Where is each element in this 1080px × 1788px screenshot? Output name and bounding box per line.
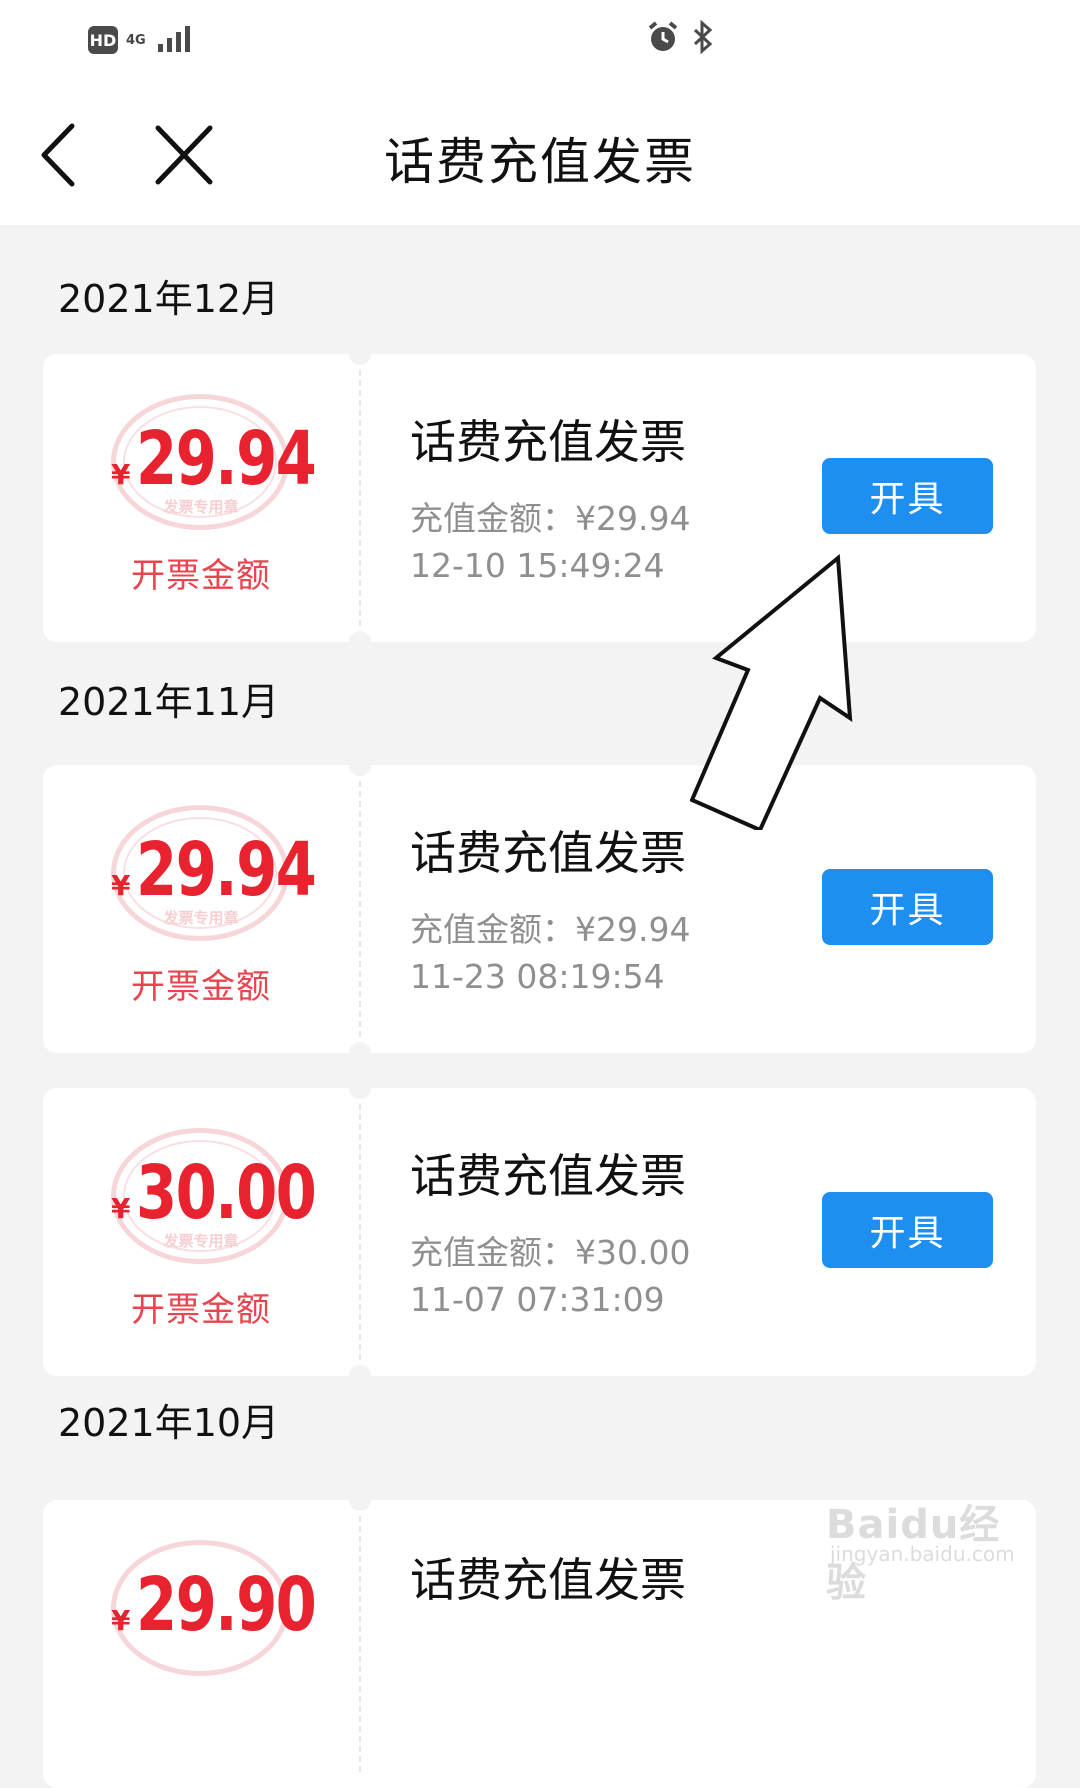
status-left: HD 4G — [88, 22, 198, 58]
nav-bar: 话费充值发票 — [0, 80, 1080, 225]
month-header: 2021年11月 — [58, 680, 280, 724]
hd-badge: HD — [88, 26, 118, 54]
currency-symbol: ¥ — [111, 869, 131, 902]
amount-area: 发票专用章 ¥ 30.00 开票金额 — [43, 1088, 359, 1376]
recharge-amount: 充值金额：¥30.00 — [410, 1233, 691, 1272]
invoice-card: 发票专用章 ¥ 30.00 开票金额 话费充值发票 充值金额：¥30.00 11… — [43, 1077, 1036, 1387]
recharge-time: 11-07 07:31:09 — [410, 1280, 665, 1319]
invoice-card: 发票专用章 ¥ 29.94 开票金额 话费充值发票 充值金额：¥29.94 11… — [43, 754, 1036, 1064]
recharge-time: 11-23 08:19:54 — [410, 957, 665, 996]
currency-symbol: ¥ — [111, 458, 131, 491]
invoice-title: 话费充值发票 — [410, 1553, 686, 1607]
month-header: 2021年12月 — [58, 277, 280, 321]
status-right — [646, 19, 716, 58]
amount-area: 发票专用章 ¥ 29.94 开票金额 — [43, 765, 359, 1053]
amount-label: 开票金额 — [131, 556, 271, 596]
issue-invoice-button[interactable]: 开具 — [822, 869, 993, 945]
currency-symbol: ¥ — [111, 1192, 131, 1225]
invoice-amount: ¥ 30.00 — [111, 1150, 361, 1236]
invoice-amount: ¥ 29.94 — [111, 827, 361, 913]
amount-value: 29.94 — [136, 416, 317, 502]
invoice-amount: ¥ 29.94 — [111, 416, 361, 502]
invoice-card: 发票专用章 ¥ 29.94 开票金额 话费充值发票 充值金额：¥29.94 12… — [43, 343, 1036, 653]
recharge-amount: 充值金额：¥29.94 — [410, 910, 691, 949]
amount-area: 发票专用章 ¥ 29.94 开票金额 — [43, 354, 359, 642]
recharge-time: 12-10 15:49:24 — [410, 546, 665, 585]
status-bar: HD 4G — [0, 0, 1080, 80]
currency-symbol: ¥ — [111, 1604, 131, 1637]
amount-area: ¥ 29.90 — [43, 1500, 359, 1788]
amount-value: 29.90 — [136, 1562, 317, 1648]
month-header: 2021年10月 — [58, 1401, 280, 1445]
watermark: Baidu经验 jingyan.baidu.com — [826, 1492, 1026, 1606]
watermark-url: jingyan.baidu.com — [830, 1542, 1015, 1566]
page-title: 话费充值发票 — [384, 133, 696, 191]
signal-icon — [154, 22, 198, 58]
issue-invoice-button[interactable]: 开具 — [822, 458, 993, 534]
amount-label: 开票金额 — [131, 1290, 271, 1330]
amount-value: 29.94 — [136, 827, 317, 913]
invoice-amount: ¥ 29.90 — [111, 1562, 361, 1648]
amount-label: 开票金额 — [131, 967, 271, 1007]
alarm-icon — [646, 20, 680, 58]
issue-invoice-button[interactable]: 开具 — [822, 1192, 993, 1268]
network-type: 4G — [126, 32, 146, 48]
invoice-title: 话费充值发票 — [410, 1149, 686, 1203]
recharge-amount: 充值金额：¥29.94 — [410, 499, 691, 538]
bluetooth-icon — [690, 19, 716, 58]
invoice-title: 话费充值发票 — [410, 826, 686, 880]
amount-value: 30.00 — [136, 1150, 317, 1236]
invoice-title: 话费充值发票 — [410, 415, 686, 469]
